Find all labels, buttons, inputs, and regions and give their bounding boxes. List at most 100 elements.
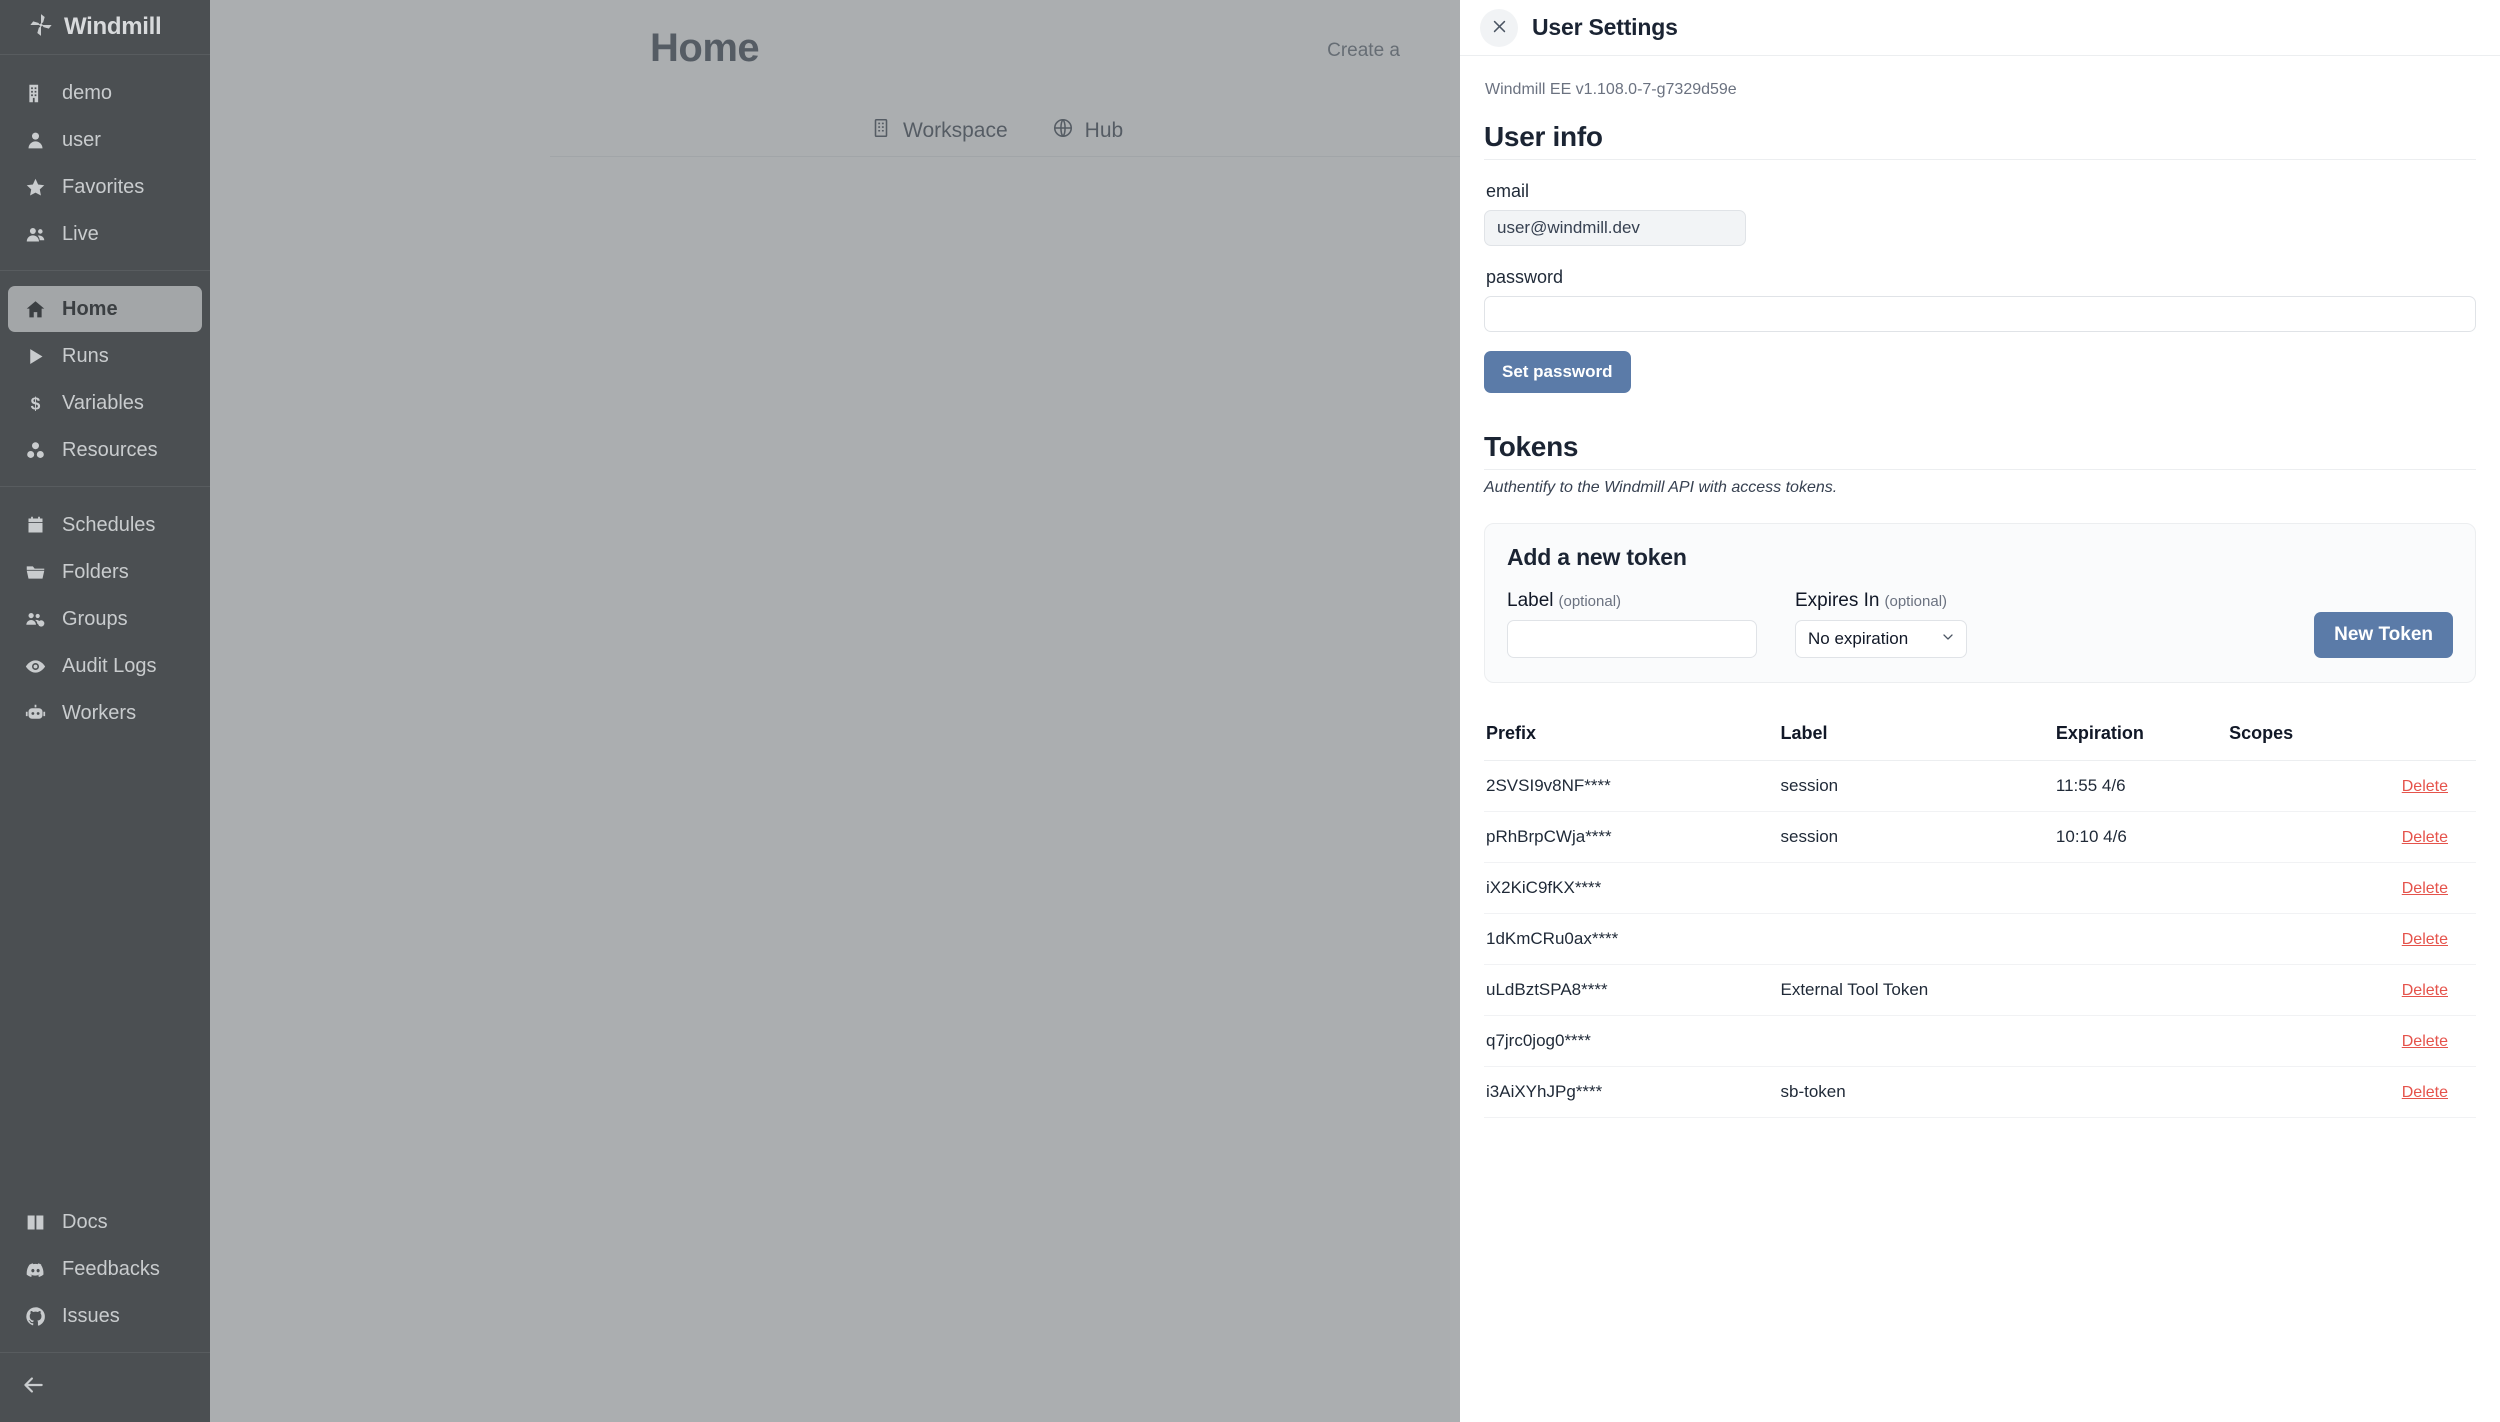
delete-token-link[interactable]: Delete xyxy=(2402,1084,2448,1101)
cell-scopes xyxy=(2229,862,2402,914)
sidebar-item-label: Variables xyxy=(62,391,144,414)
delete-token-link[interactable]: Delete xyxy=(2402,931,2448,948)
sidebar-group-admin: Schedules Folders Groups Audit Logs Work… xyxy=(0,487,210,749)
github-icon xyxy=(24,1305,46,1327)
delete-token-link[interactable]: Delete xyxy=(2402,982,2448,999)
sidebar-item-groups[interactable]: Groups xyxy=(8,596,202,642)
sidebar-item-demo[interactable]: demo xyxy=(8,70,202,116)
table-header-row: Prefix Label Expiration Scopes xyxy=(1484,723,2476,761)
svg-text:$: $ xyxy=(30,393,40,413)
cell-prefix: i3AiXYhJPg**** xyxy=(1484,1066,1781,1118)
column-header-expiration: Expiration xyxy=(2055,723,2230,761)
expires-selected-value: No expiration xyxy=(1808,629,1909,648)
user-info-heading: User info xyxy=(1484,121,2476,160)
sidebar-item-audit-logs[interactable]: Audit Logs xyxy=(8,643,202,689)
delete-token-link[interactable]: Delete xyxy=(2402,880,2448,897)
cell-expiration xyxy=(2055,913,2230,965)
token-label-input[interactable] xyxy=(1507,620,1757,658)
sidebar-item-live[interactable]: Live xyxy=(8,211,202,257)
cell-prefix: pRhBrpCWja**** xyxy=(1484,811,1781,863)
sidebar-item-label: Schedules xyxy=(62,513,156,536)
delete-token-link[interactable]: Delete xyxy=(2402,778,2448,795)
groups-icon xyxy=(24,608,46,630)
calendar-icon xyxy=(24,514,46,536)
discord-icon xyxy=(24,1258,46,1280)
cell-expiration: 11:55 4/6 xyxy=(2055,760,2230,812)
sidebar-item-workers[interactable]: Workers xyxy=(8,690,202,736)
cell-actions: Delete xyxy=(2401,760,2476,812)
sidebar-item-resources[interactable]: Resources xyxy=(8,427,202,473)
star-icon xyxy=(24,176,46,198)
cell-label: session xyxy=(1780,811,2056,863)
sidebar-item-label: user xyxy=(62,128,101,151)
table-row: i3AiXYhJPg**** sb-token Delete xyxy=(1484,1066,2476,1118)
cell-scopes xyxy=(2229,1015,2402,1067)
sidebar-item-user[interactable]: user xyxy=(8,117,202,163)
column-header-actions xyxy=(2401,723,2476,761)
set-password-button[interactable]: Set password xyxy=(1484,351,1631,393)
sidebar-group-workspace: demo user Favorites Live xyxy=(0,55,210,271)
sidebar-logo[interactable]: Windmill xyxy=(0,0,210,55)
tokens-table-body: 2SVSI9v8NF**** session 11:55 4/6 Delete pRhB… xyxy=(1484,760,2476,1118)
table-row: 2SVSI9v8NF**** session 11:55 4/6 Delete xyxy=(1484,760,2476,812)
expires-field-group: Expires In (optional) No expiration xyxy=(1795,590,2083,658)
column-header-scopes: Scopes xyxy=(2229,723,2402,761)
label-field-label: Label (optional) xyxy=(1507,590,1795,612)
cell-prefix: 1dKmCRu0ax**** xyxy=(1484,913,1781,965)
sidebar-item-docs[interactable]: Docs xyxy=(8,1199,202,1245)
cell-scopes xyxy=(2229,760,2402,812)
email-label: email xyxy=(1486,181,1530,201)
sidebar: Windmill demo user Favorites Live Home R… xyxy=(0,0,210,1422)
password-label: password xyxy=(1486,267,1564,287)
cell-label xyxy=(1780,913,2056,965)
cell-expiration xyxy=(2055,964,2230,1016)
windmill-logo-icon xyxy=(28,12,54,43)
cell-actions: Delete xyxy=(2401,964,2476,1016)
cell-label xyxy=(1780,1015,2056,1067)
sidebar-item-schedules[interactable]: Schedules xyxy=(8,502,202,548)
sidebar-item-feedbacks[interactable]: Feedbacks xyxy=(8,1246,202,1292)
sidebar-collapse-button[interactable] xyxy=(0,1352,210,1422)
email-field[interactable] xyxy=(1484,210,1746,246)
cell-actions: Delete xyxy=(2401,1066,2476,1118)
cell-prefix: q7jrc0jog0**** xyxy=(1484,1015,1781,1067)
sidebar-item-issues[interactable]: Issues xyxy=(8,1293,202,1339)
cell-label: External Tool Token xyxy=(1780,964,2056,1016)
cell-prefix: iX2KiC9fKX**** xyxy=(1484,862,1781,914)
sidebar-item-home[interactable]: Home xyxy=(8,286,202,332)
cell-prefix: uLdBztSPA8**** xyxy=(1484,964,1781,1016)
cell-scopes xyxy=(2229,913,2402,965)
cell-label xyxy=(1780,862,2056,914)
expires-in-select[interactable]: No expiration xyxy=(1795,620,1967,658)
user-icon xyxy=(24,129,46,151)
version-label: Windmill EE v1.108.0-7-g7329d59e xyxy=(1485,81,1737,98)
password-field[interactable] xyxy=(1484,296,2476,332)
cell-scopes xyxy=(2229,1066,2402,1118)
sidebar-item-runs[interactable]: Runs xyxy=(8,333,202,379)
sidebar-item-variables[interactable]: $ Variables xyxy=(8,380,202,426)
sidebar-item-label: demo xyxy=(62,81,113,104)
sidebar-item-folders[interactable]: Folders xyxy=(8,549,202,595)
table-row: pRhBrpCWja**** session 10:10 4/6 Delete xyxy=(1484,811,2476,863)
delete-token-link[interactable]: Delete xyxy=(2402,1033,2448,1050)
sidebar-item-favorites[interactable]: Favorites xyxy=(8,164,202,210)
new-token-button[interactable]: New Token xyxy=(2314,612,2453,658)
book-icon xyxy=(24,1211,46,1233)
home-icon xyxy=(24,298,46,320)
tokens-table-head: Prefix Label Expiration Scopes xyxy=(1484,723,2476,761)
cell-expiration xyxy=(2055,1015,2230,1067)
sidebar-item-label: Feedbacks xyxy=(62,1257,160,1280)
sidebar-item-label: Issues xyxy=(62,1304,120,1327)
sidebar-item-label: Docs xyxy=(62,1210,108,1233)
cell-label: session xyxy=(1780,760,2056,812)
cell-actions: Delete xyxy=(2401,913,2476,965)
cell-actions: Delete xyxy=(2401,1015,2476,1067)
close-icon xyxy=(1491,18,1508,38)
chevron-down-icon xyxy=(1940,629,1956,650)
close-button[interactable] xyxy=(1480,8,1518,47)
delete-token-link[interactable]: Delete xyxy=(2402,829,2448,846)
sidebar-item-label: Groups xyxy=(62,607,128,630)
sidebar-item-label: Favorites xyxy=(62,175,145,198)
expires-field-label: Expires In (optional) xyxy=(1795,590,2083,612)
